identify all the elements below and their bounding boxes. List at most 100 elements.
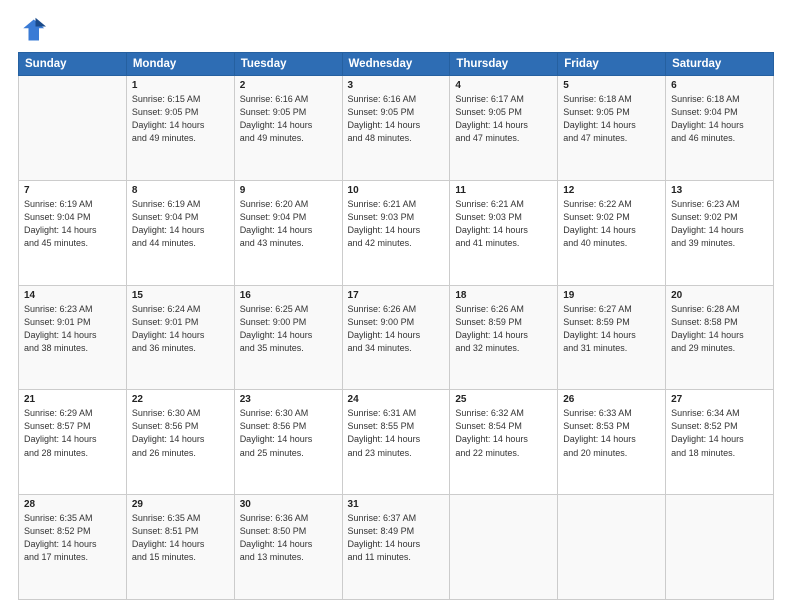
day-info: Sunrise: 6:16 AM Sunset: 9:05 PM Dayligh… <box>348 93 445 145</box>
day-info: Sunrise: 6:16 AM Sunset: 9:05 PM Dayligh… <box>240 93 337 145</box>
day-number: 13 <box>671 185 768 196</box>
weekday-header-monday: Monday <box>126 53 234 76</box>
day-number: 30 <box>240 499 337 510</box>
calendar: SundayMondayTuesdayWednesdayThursdayFrid… <box>18 52 774 600</box>
day-info: Sunrise: 6:22 AM Sunset: 9:02 PM Dayligh… <box>563 198 660 250</box>
calendar-cell: 11Sunrise: 6:21 AM Sunset: 9:03 PM Dayli… <box>450 180 558 285</box>
day-info: Sunrise: 6:23 AM Sunset: 9:02 PM Dayligh… <box>671 198 768 250</box>
day-info: Sunrise: 6:17 AM Sunset: 9:05 PM Dayligh… <box>455 93 552 145</box>
calendar-cell <box>19 76 127 181</box>
day-info: Sunrise: 6:35 AM Sunset: 8:52 PM Dayligh… <box>24 512 121 564</box>
calendar-cell: 21Sunrise: 6:29 AM Sunset: 8:57 PM Dayli… <box>19 390 127 495</box>
weekday-header-thursday: Thursday <box>450 53 558 76</box>
calendar-week-5: 28Sunrise: 6:35 AM Sunset: 8:52 PM Dayli… <box>19 495 774 600</box>
day-info: Sunrise: 6:27 AM Sunset: 8:59 PM Dayligh… <box>563 303 660 355</box>
day-info: Sunrise: 6:26 AM Sunset: 9:00 PM Dayligh… <box>348 303 445 355</box>
day-number: 7 <box>24 185 121 196</box>
day-info: Sunrise: 6:24 AM Sunset: 9:01 PM Dayligh… <box>132 303 229 355</box>
calendar-body: 1Sunrise: 6:15 AM Sunset: 9:05 PM Daylig… <box>19 76 774 600</box>
day-number: 25 <box>455 394 552 405</box>
day-number: 20 <box>671 290 768 301</box>
weekday-header-friday: Friday <box>558 53 666 76</box>
day-number: 19 <box>563 290 660 301</box>
calendar-cell: 23Sunrise: 6:30 AM Sunset: 8:56 PM Dayli… <box>234 390 342 495</box>
calendar-cell: 26 Sunrise: 6:33 AM Sunset: 8:53 PM Dayli… <box>558 390 666 495</box>
day-info: Sunrise: 6:19 AM Sunset: 9:04 PM Dayligh… <box>24 198 121 250</box>
day-info: Sunrise: 6:30 AM Sunset: 8:56 PM Dayligh… <box>132 407 229 459</box>
calendar-cell: 24Sunrise: 6:31 AM Sunset: 8:55 PM Dayli… <box>342 390 450 495</box>
day-number: 8 <box>132 185 229 196</box>
day-info: Sunrise: 6:30 AM Sunset: 8:56 PM Dayligh… <box>240 407 337 459</box>
calendar-cell: 12 Sunrise: 6:22 AM Sunset: 9:02 PM Dayli… <box>558 180 666 285</box>
calendar-cell: 20Sunrise: 6:28 AM Sunset: 8:58 PM Dayli… <box>666 285 774 390</box>
day-number: 9 <box>240 185 337 196</box>
header <box>18 16 774 44</box>
day-number: 2 <box>240 80 337 91</box>
calendar-week-1: 1Sunrise: 6:15 AM Sunset: 9:05 PM Daylig… <box>19 76 774 181</box>
day-info: Sunrise: 6:29 AM Sunset: 8:57 PM Dayligh… <box>24 407 121 459</box>
day-number: 18 <box>455 290 552 301</box>
calendar-cell: 31 Sunrise: 6:37 AM Sunset: 8:49 PM Dayli… <box>342 495 450 600</box>
day-number: 10 <box>348 185 445 196</box>
day-number: 31 <box>348 499 445 510</box>
calendar-cell: 19 Sunrise: 6:27 AM Sunset: 8:59 PM Dayli… <box>558 285 666 390</box>
weekday-header-tuesday: Tuesday <box>234 53 342 76</box>
day-number: 26 <box>563 394 660 405</box>
calendar-cell: 8Sunrise: 6:19 AM Sunset: 9:04 PM Daylig… <box>126 180 234 285</box>
day-info: Sunrise: 6:21 AM Sunset: 9:03 PM Dayligh… <box>348 198 445 250</box>
calendar-cell <box>450 495 558 600</box>
day-info: Sunrise: 6:25 AM Sunset: 9:00 PM Dayligh… <box>240 303 337 355</box>
day-number: 4 <box>455 80 552 91</box>
calendar-cell: 1Sunrise: 6:15 AM Sunset: 9:05 PM Daylig… <box>126 76 234 181</box>
calendar-cell: 27 Sunrise: 6:34 AM Sunset: 8:52 PM Dayli… <box>666 390 774 495</box>
calendar-header: SundayMondayTuesdayWednesdayThursdayFrid… <box>19 53 774 76</box>
calendar-cell: 7 Sunrise: 6:19 AM Sunset: 9:04 PM Daylig… <box>19 180 127 285</box>
calendar-week-4: 21Sunrise: 6:29 AM Sunset: 8:57 PM Dayli… <box>19 390 774 495</box>
day-info: Sunrise: 6:36 AM Sunset: 8:50 PM Dayligh… <box>240 512 337 564</box>
day-number: 27 <box>671 394 768 405</box>
day-number: 16 <box>240 290 337 301</box>
day-info: Sunrise: 6:18 AM Sunset: 9:05 PM Dayligh… <box>563 93 660 145</box>
day-info: Sunrise: 6:21 AM Sunset: 9:03 PM Dayligh… <box>455 198 552 250</box>
day-info: Sunrise: 6:23 AM Sunset: 9:01 PM Dayligh… <box>24 303 121 355</box>
day-number: 12 <box>563 185 660 196</box>
calendar-cell: 3Sunrise: 6:16 AM Sunset: 9:05 PM Daylig… <box>342 76 450 181</box>
day-info: Sunrise: 6:33 AM Sunset: 8:53 PM Dayligh… <box>563 407 660 459</box>
calendar-week-2: 7 Sunrise: 6:19 AM Sunset: 9:04 PM Daylig… <box>19 180 774 285</box>
calendar-cell: 17 Sunrise: 6:26 AM Sunset: 9:00 PM Dayli… <box>342 285 450 390</box>
day-number: 15 <box>132 290 229 301</box>
calendar-cell: 15 Sunrise: 6:24 AM Sunset: 9:01 PM Dayli… <box>126 285 234 390</box>
calendar-cell: 29 Sunrise: 6:35 AM Sunset: 8:51 PM Dayli… <box>126 495 234 600</box>
calendar-cell: 18Sunrise: 6:26 AM Sunset: 8:59 PM Dayli… <box>450 285 558 390</box>
day-info: Sunrise: 6:20 AM Sunset: 9:04 PM Dayligh… <box>240 198 337 250</box>
calendar-cell: 16 Sunrise: 6:25 AM Sunset: 9:00 PM Dayli… <box>234 285 342 390</box>
day-info: Sunrise: 6:35 AM Sunset: 8:51 PM Dayligh… <box>132 512 229 564</box>
day-number: 1 <box>132 80 229 91</box>
day-number: 17 <box>348 290 445 301</box>
calendar-cell: 2 Sunrise: 6:16 AM Sunset: 9:05 PM Daylig… <box>234 76 342 181</box>
calendar-cell: 30 Sunrise: 6:36 AM Sunset: 8:50 PM Dayli… <box>234 495 342 600</box>
weekday-header-saturday: Saturday <box>666 53 774 76</box>
day-info: Sunrise: 6:34 AM Sunset: 8:52 PM Dayligh… <box>671 407 768 459</box>
calendar-week-3: 14 Sunrise: 6:23 AM Sunset: 9:01 PM Dayli… <box>19 285 774 390</box>
day-number: 5 <box>563 80 660 91</box>
logo <box>18 16 50 44</box>
day-number: 14 <box>24 290 121 301</box>
calendar-cell: 4 Sunrise: 6:17 AM Sunset: 9:05 PM Daylig… <box>450 76 558 181</box>
day-number: 6 <box>671 80 768 91</box>
page: SundayMondayTuesdayWednesdayThursdayFrid… <box>0 0 792 612</box>
calendar-table: SundayMondayTuesdayWednesdayThursdayFrid… <box>18 52 774 600</box>
calendar-cell: 6Sunrise: 6:18 AM Sunset: 9:04 PM Daylig… <box>666 76 774 181</box>
weekday-header-sunday: Sunday <box>19 53 127 76</box>
day-info: Sunrise: 6:31 AM Sunset: 8:55 PM Dayligh… <box>348 407 445 459</box>
calendar-cell: 5 Sunrise: 6:18 AM Sunset: 9:05 PM Daylig… <box>558 76 666 181</box>
weekday-row: SundayMondayTuesdayWednesdayThursdayFrid… <box>19 53 774 76</box>
weekday-header-wednesday: Wednesday <box>342 53 450 76</box>
calendar-cell: 13 Sunrise: 6:23 AM Sunset: 9:02 PM Dayli… <box>666 180 774 285</box>
day-info: Sunrise: 6:32 AM Sunset: 8:54 PM Dayligh… <box>455 407 552 459</box>
calendar-cell <box>558 495 666 600</box>
calendar-cell: 10 Sunrise: 6:21 AM Sunset: 9:03 PM Dayli… <box>342 180 450 285</box>
logo-icon <box>18 16 46 44</box>
day-number: 29 <box>132 499 229 510</box>
day-info: Sunrise: 6:37 AM Sunset: 8:49 PM Dayligh… <box>348 512 445 564</box>
